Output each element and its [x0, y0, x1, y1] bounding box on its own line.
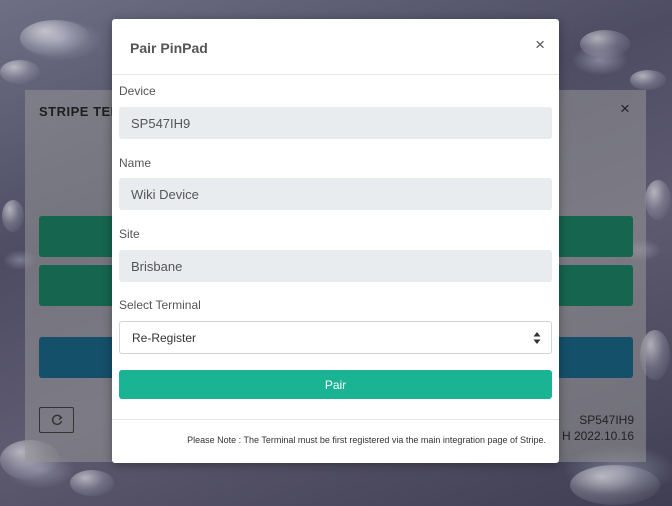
water-drop: [70, 470, 114, 496]
select-terminal-value: Re-Register: [132, 330, 197, 345]
device-label: Device: [119, 84, 156, 98]
updown-arrows-icon: [533, 332, 541, 344]
refresh-icon: [51, 414, 63, 425]
background-version: H 2022.10.16: [561, 429, 634, 443]
background-close-icon[interactable]: ×: [620, 99, 630, 119]
water-drop: [645, 180, 671, 220]
water-drop: [0, 60, 40, 84]
modal-title: Pair PinPad: [130, 40, 208, 56]
refresh-button[interactable]: [39, 407, 74, 433]
pair-button[interactable]: Pair: [119, 370, 552, 399]
water-drop: [580, 30, 630, 58]
footer-divider: [112, 419, 559, 420]
water-drop: [630, 70, 666, 90]
water-drop: [570, 465, 660, 505]
close-icon[interactable]: ×: [535, 35, 545, 55]
name-field: Wiki Device: [119, 178, 552, 210]
select-terminal-dropdown[interactable]: Re-Register: [119, 321, 552, 354]
site-label: Site: [119, 227, 140, 241]
background-device-id: SP547IH9: [579, 413, 634, 427]
name-label: Name: [119, 156, 152, 170]
site-field: Brisbane: [119, 250, 552, 282]
water-drop: [20, 20, 90, 56]
pair-pinpad-modal: Pair PinPad × Device SP547IH9 Name Wiki …: [112, 19, 559, 463]
device-field: SP547IH9: [119, 107, 552, 139]
footer-note: Please Note : The Terminal must be first…: [187, 435, 546, 445]
modal-header: Pair PinPad ×: [112, 19, 559, 75]
background-window-title: STRIPE TER: [39, 104, 121, 119]
water-drop: [2, 200, 24, 232]
select-terminal-label: Select Terminal: [119, 298, 201, 312]
